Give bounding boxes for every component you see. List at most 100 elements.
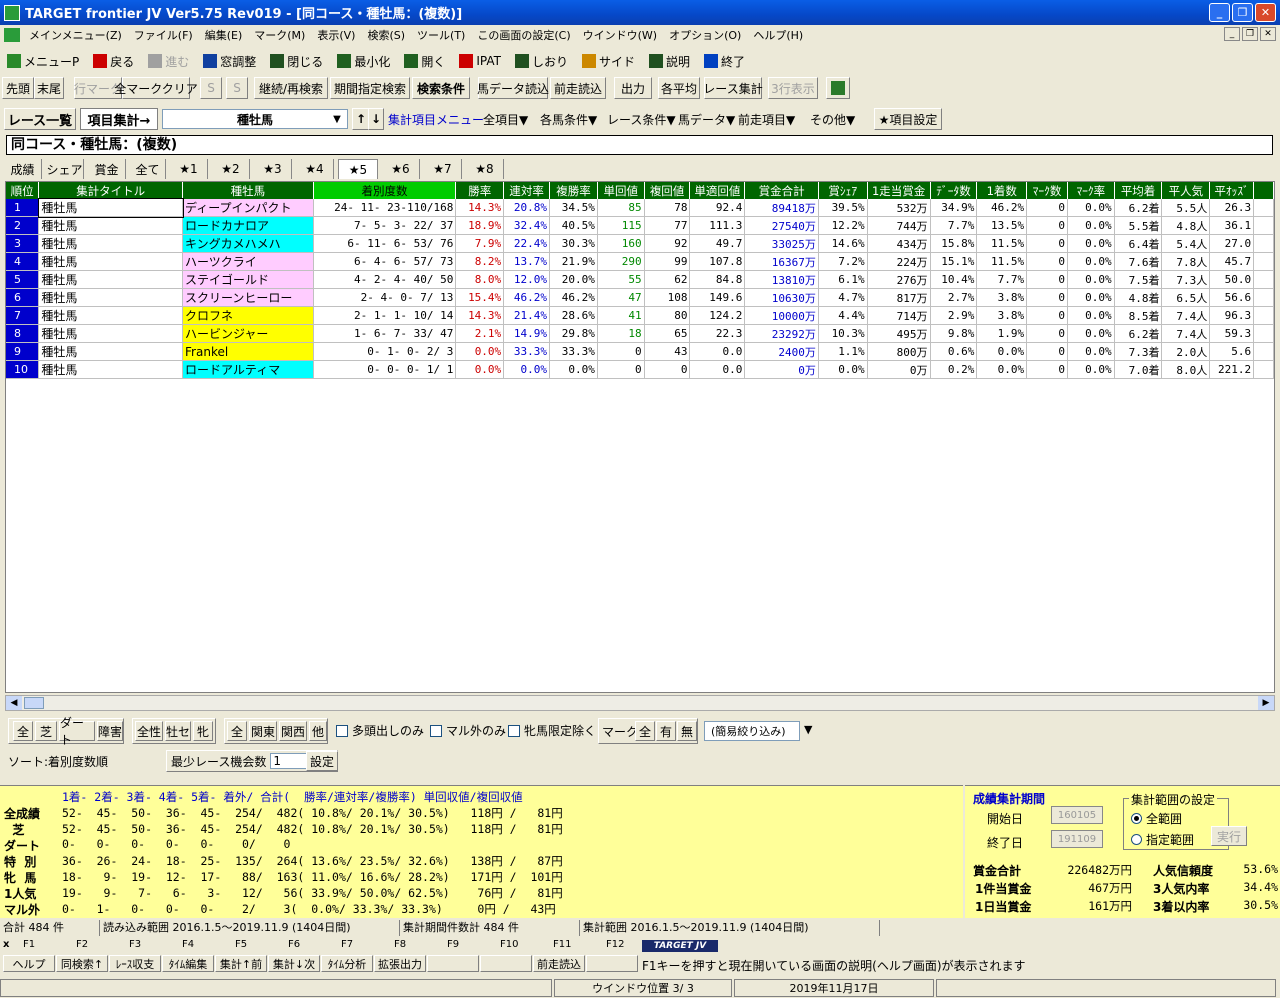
menu-item-5[interactable]: 検索(S) — [361, 27, 411, 43]
minimize-button[interactable]: _ — [1209, 3, 1230, 22]
function-key-11[interactable]: F11 前走読込 — [533, 938, 586, 974]
mark-all-button[interactable]: 全 — [635, 721, 655, 741]
cell-data[interactable]: 7.7% — [930, 216, 978, 235]
three-row-view-button[interactable]: 3行表示 — [768, 77, 818, 99]
cell-mark[interactable]: 0 — [1026, 199, 1068, 217]
specified-range-radio[interactable]: 指定範囲 — [1131, 831, 1194, 848]
cell-avg[interactable]: 5.5着 — [1114, 216, 1163, 235]
cell-share[interactable]: 0.0% — [818, 360, 868, 379]
cell-tekkai[interactable]: 49.7 — [689, 234, 746, 253]
cell-prize[interactable]: 2400万 — [744, 342, 819, 361]
function-key-1[interactable]: F1 ヘルプ — [3, 938, 56, 974]
cell-title[interactable]: 種牡馬 — [38, 324, 184, 343]
item-aggregate-button[interactable]: 項目集計→ — [80, 108, 158, 130]
quick-filter-combo[interactable]: (簡易絞り込み) — [704, 721, 800, 741]
quick-filter-chevron-down-icon[interactable]: ▼ — [804, 723, 812, 736]
set-min-race-button[interactable]: 設定 — [306, 751, 338, 771]
cell-sire[interactable]: スクリーンヒーロー — [182, 288, 314, 307]
last-button[interactable]: 末尾 — [34, 77, 64, 99]
cell-per[interactable]: 800万 — [867, 342, 931, 361]
column-header-5[interactable]: 連対率 — [503, 182, 551, 199]
cell-title[interactable]: 種牡馬 — [38, 270, 184, 289]
function-key-label[interactable]: 同検索↑ — [56, 955, 108, 972]
cell-per[interactable]: 744万 — [867, 216, 931, 235]
cell-markr[interactable]: 0.0% — [1067, 216, 1115, 235]
region-other-button[interactable]: 他 — [309, 721, 327, 741]
column-header-0[interactable]: 順位 — [6, 182, 40, 199]
search-conditions-button[interactable]: 検索条件 — [412, 77, 470, 99]
column-header-9[interactable]: 単適回値 — [689, 182, 746, 199]
cell-title[interactable]: 種牡馬 — [38, 288, 184, 307]
cell-markr[interactable]: 0.0% — [1067, 252, 1115, 271]
cell-rank[interactable]: 6 — [6, 288, 40, 307]
menu-item-7[interactable]: この画面の設定(C) — [471, 27, 576, 43]
cell-mark[interactable]: 0 — [1026, 360, 1068, 379]
cell-prize[interactable]: 89418万 — [744, 199, 819, 217]
cell-markr[interactable]: 0.0% — [1067, 360, 1115, 379]
toolbar-button-0[interactable]: メニューP — [0, 50, 86, 72]
cell-pop[interactable]: 6.5人 — [1161, 288, 1211, 307]
toolbar-button-11[interactable]: 終了 — [697, 50, 752, 72]
cell-sire[interactable]: クロフネ — [182, 306, 314, 325]
toolbar-button-2[interactable]: 進む — [141, 50, 196, 72]
cell-prize[interactable]: 10000万 — [744, 306, 819, 325]
cell-sire[interactable]: ロードカナロア — [182, 216, 314, 235]
tab-0[interactable]: 成績 — [4, 159, 42, 179]
cell-data[interactable]: 10.4% — [930, 270, 978, 289]
cell-mark[interactable]: 0 — [1026, 342, 1068, 361]
cell-pop[interactable]: 7.8人 — [1161, 252, 1211, 271]
region-kanto-button[interactable]: 関東 — [249, 721, 277, 741]
cell-sire[interactable]: ロードアルティマ — [182, 360, 314, 379]
table-row[interactable]: 4 種牡馬 ハーツクライ 6- 4- 6- 57/ 73 8.2% 13.7% 21.9% 2… — [6, 252, 1274, 271]
cell-per[interactable]: 532万 — [867, 199, 931, 217]
sex-male-button[interactable]: 牡セ — [165, 721, 191, 741]
cell-show[interactable]: 20.0% — [549, 270, 598, 289]
region-kansai-button[interactable]: 関西 — [279, 721, 307, 741]
cell-prize[interactable]: 23292万 — [744, 324, 819, 343]
cell-first[interactable]: 7.7% — [976, 270, 1028, 289]
cell-first[interactable]: 3.8% — [976, 306, 1028, 325]
cell-quin[interactable]: 12.0% — [503, 270, 551, 289]
cell-rank[interactable]: 5 — [6, 270, 40, 289]
close-button[interactable]: ✕ — [1255, 3, 1276, 22]
table-row[interactable]: 9 種牡馬 Frankel 0- 1- 0- 2/ 3 0.0% 33.3% 33.3% 0 4… — [6, 342, 1274, 361]
cell-tan[interactable]: 290 — [597, 252, 645, 271]
cell-quin[interactable]: 20.8% — [503, 199, 551, 217]
cell-share[interactable]: 4.7% — [818, 288, 868, 307]
end-date-input[interactable]: 191109 — [1051, 830, 1103, 848]
menu-item-4[interactable]: 表示(V) — [311, 27, 361, 43]
cell-odds[interactable]: 27.0 — [1209, 234, 1255, 253]
cell-data[interactable]: 0.2% — [930, 360, 978, 379]
cell-tekkai[interactable]: 111.3 — [689, 216, 746, 235]
move-down-button[interactable]: ↓ — [368, 108, 384, 130]
load-prev-race-button[interactable]: 前走読込 — [550, 77, 606, 99]
cell-record[interactable]: 2- 1- 1- 10/ 14 — [313, 306, 457, 325]
mdi-app-icon[interactable] — [4, 28, 20, 42]
results-grid[interactable]: 順位 集計タイトル 種牡馬 着別度数 勝率 連対率 複勝率 単回値 複回値 単適回値 賞金合計 賞ｼｪ… — [5, 181, 1275, 693]
function-key-label[interactable] — [480, 955, 532, 972]
function-key-9[interactable]: F9 — [427, 938, 480, 974]
cell-first[interactable]: 11.5% — [976, 234, 1028, 253]
cell-show[interactable]: 30.3% — [549, 234, 598, 253]
scroll-left-icon[interactable]: ◀ — [6, 696, 22, 710]
cell-title[interactable]: 種牡馬 — [37, 198, 184, 218]
item-settings-button[interactable]: ★項目設定 — [874, 108, 942, 130]
cell-data[interactable]: 15.8% — [930, 234, 978, 253]
cell-tan[interactable]: 160 — [597, 234, 645, 253]
cell-rank[interactable]: 9 — [6, 342, 40, 361]
cell-mark[interactable]: 0 — [1026, 306, 1068, 325]
surface-turf-button[interactable]: 芝 — [35, 721, 57, 741]
first-button[interactable]: 先頭 — [2, 77, 34, 99]
cell-per[interactable]: 434万 — [867, 234, 931, 253]
cell-prize[interactable]: 0万 — [744, 360, 819, 379]
cell-mark[interactable]: 0 — [1026, 252, 1068, 271]
table-row[interactable]: 5 種牡馬 ステイゴールド 4- 2- 4- 40/ 50 8.0% 12.0% 20.0%… — [6, 270, 1274, 289]
aggregate-item-combo[interactable]: 種牡馬 ▼ — [162, 109, 348, 129]
tab-4[interactable]: ★1 — [170, 159, 208, 179]
mdi-close-button[interactable]: ✕ — [1260, 27, 1276, 41]
cell-markr[interactable]: 0.0% — [1067, 199, 1115, 217]
cell-share[interactable]: 10.3% — [818, 324, 868, 343]
function-key-label[interactable]: 集計↓次 — [268, 955, 320, 972]
full-range-radio[interactable]: 全範囲 — [1131, 810, 1182, 827]
table-row[interactable]: 6 種牡馬 スクリーンヒーロー 2- 4- 0- 7/ 13 15.4% 46.2% 46.… — [6, 288, 1274, 307]
